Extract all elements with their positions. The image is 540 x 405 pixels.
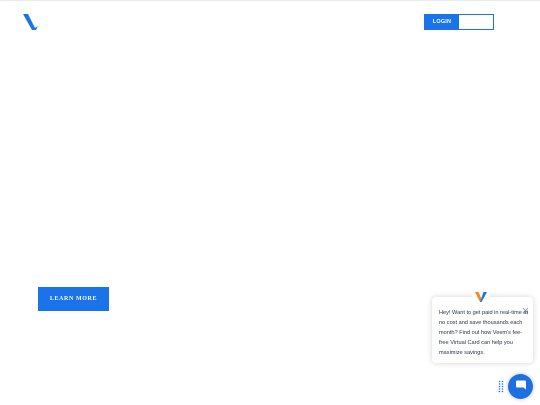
veem-avatar-icon [472, 288, 490, 306]
login-button[interactable]: LOGIN [425, 15, 459, 29]
page: LOGIN LEARN MORE Hey! Want to get paid i… [0, 0, 540, 405]
chat-popup: Hey! Want to get paid in real-time at no… [432, 288, 533, 363]
veem-logo-icon[interactable] [20, 11, 42, 33]
drag-handle-icon[interactable] [498, 380, 504, 393]
learn-more-button[interactable]: LEARN MORE [38, 287, 109, 311]
chat-launcher-button[interactable] [508, 374, 533, 399]
close-icon[interactable] [522, 301, 529, 314]
chat-message: Hey! Want to get paid in real-time at no… [439, 310, 529, 356]
login-secondary-slot[interactable] [459, 15, 493, 29]
login-control: LOGIN [424, 14, 494, 30]
chat-bubble-icon [515, 378, 527, 396]
